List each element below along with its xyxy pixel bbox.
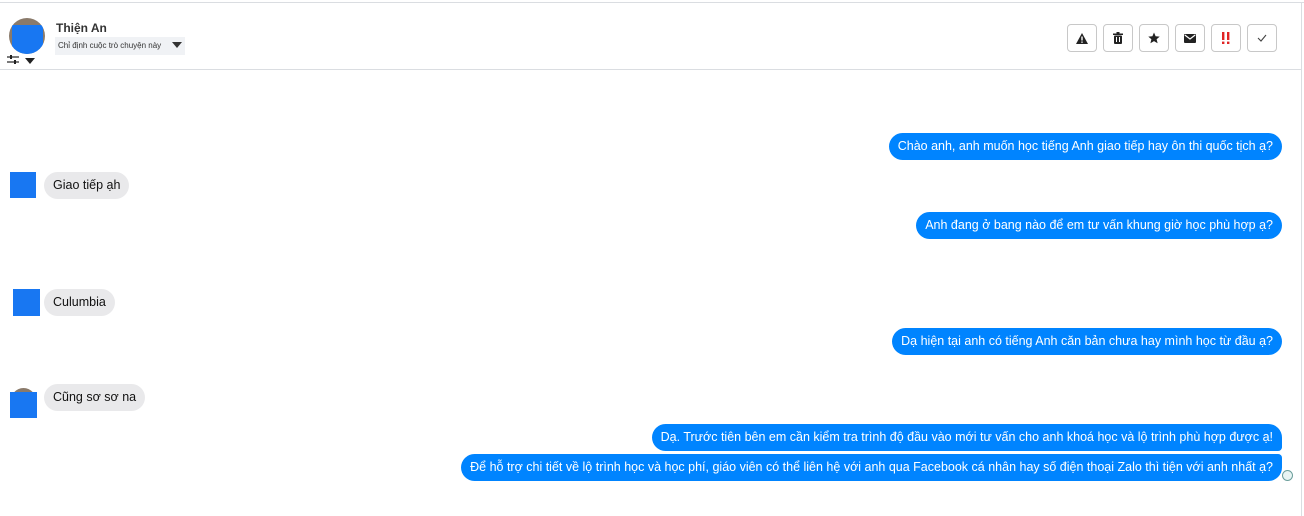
messenger-conversation-panel: Thiện An Chỉ định cuộc trò chuyện này Ch… [0, 0, 1304, 516]
outgoing-message[interactable]: Để hỗ trợ chi tiết về lộ trình học và họ… [461, 454, 1282, 481]
outgoing-message[interactable]: Dạ hiện tại anh có tiếng Anh căn bản chư… [892, 328, 1282, 355]
incoming-message[interactable]: Cũng sơ sơ na [44, 384, 146, 411]
outgoing-message[interactable]: Anh đang ở bang nào để em tư vấn khung g… [916, 212, 1282, 239]
star-button[interactable] [1139, 24, 1169, 52]
assign-conversation-dropdown[interactable]: Chỉ định cuộc trò chuyện này [55, 37, 186, 55]
envelope-icon [1184, 33, 1196, 43]
mark-unread-button[interactable] [1175, 24, 1205, 52]
incoming-message[interactable]: Culumbia [44, 289, 115, 316]
warning-icon [1076, 32, 1088, 44]
mark-spam-button[interactable] [1067, 24, 1097, 52]
sender-avatar[interactable] [10, 172, 36, 198]
mark-done-button[interactable] [1247, 24, 1277, 52]
sender-avatar[interactable] [13, 289, 40, 316]
check-icon [1257, 34, 1267, 42]
outgoing-message[interactable]: Dạ. Trước tiên bên em cần kiểm tra trình… [651, 424, 1282, 451]
priority-button[interactable] [1211, 24, 1241, 52]
sender-avatar[interactable] [10, 388, 37, 418]
incoming-message[interactable]: Giao tiếp ạh [44, 172, 130, 199]
trash-icon [1113, 32, 1123, 44]
contact-avatar[interactable] [9, 18, 45, 54]
seen-status-icon [1282, 470, 1293, 481]
star-icon [1148, 32, 1160, 44]
priority-icon [1222, 32, 1230, 44]
conversation-header: Thiện An Chỉ định cuộc trò chuyện này [0, 3, 1301, 70]
right-divider [1301, 2, 1302, 516]
outgoing-message[interactable]: Chào anh, anh muốn học tiếng Anh giao ti… [888, 133, 1282, 160]
filter-dropdown-caret-icon[interactable] [25, 58, 35, 64]
chevron-down-icon [172, 42, 183, 48]
filter-sliders-icon[interactable] [7, 54, 19, 66]
assign-conversation-label: Chỉ định cuộc trò chuyện này [58, 41, 162, 50]
delete-button[interactable] [1103, 24, 1133, 52]
contact-name[interactable]: Thiện An [56, 21, 107, 35]
